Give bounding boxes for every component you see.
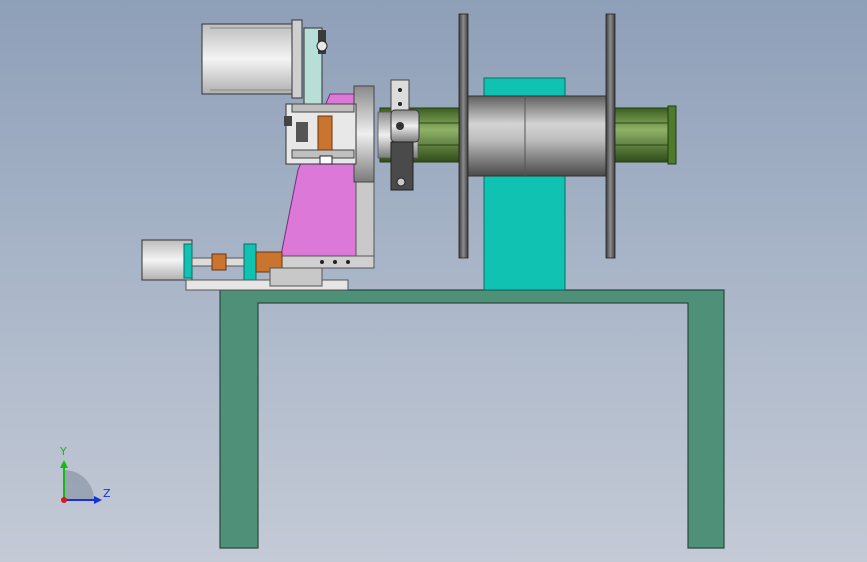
clamp-hole (396, 177, 406, 187)
z-axis-arrow (94, 496, 102, 504)
lower-motor-flange (183, 243, 193, 279)
coupling (317, 115, 333, 151)
bearing-clamp[interactable] (390, 79, 420, 191)
plate-base (277, 255, 375, 269)
clamp-bolt (398, 88, 402, 92)
drum-flange-left[interactable] (458, 13, 469, 259)
y-axis-arrow (60, 460, 68, 468)
clamp-ring (390, 109, 420, 143)
axis-triad: Y Z (59, 445, 111, 504)
pulley-hub (316, 40, 328, 52)
graphics-viewport[interactable]: Y Z (0, 0, 867, 562)
shaft-flange[interactable] (353, 85, 375, 183)
motor-body (201, 23, 299, 95)
y-axis-label: Y (59, 445, 67, 458)
bearing-block (243, 243, 257, 283)
bolt (320, 260, 324, 264)
flange-plate (458, 13, 469, 259)
screw-coupling (211, 253, 227, 271)
flange-plate (605, 13, 616, 259)
clamp-bolt (398, 102, 402, 106)
cad-assembly-view[interactable]: Y Z (0, 0, 867, 562)
base-frame[interactable] (219, 289, 725, 549)
clamp-top (390, 79, 410, 113)
reducer-rail (291, 103, 355, 113)
clamp-screw (396, 122, 404, 130)
slide-rail (185, 279, 349, 291)
reducer-assembly[interactable] (284, 103, 357, 165)
frame-body (219, 289, 725, 549)
z-axis-label: Z (103, 487, 111, 500)
motor-face (291, 19, 303, 99)
upper-motor[interactable] (201, 19, 303, 99)
shaft-end-cap (667, 105, 677, 165)
slide-carriage (269, 267, 323, 287)
drum-body (465, 95, 607, 177)
key (319, 155, 333, 165)
drum-flange-right[interactable] (605, 13, 616, 259)
winding-drum[interactable] (465, 95, 607, 177)
mount-bolt (284, 116, 292, 126)
bolt (346, 260, 350, 264)
bearing (296, 122, 308, 142)
bolt (333, 260, 337, 264)
triad-arc (64, 470, 94, 500)
x-axis-dot (61, 497, 67, 503)
